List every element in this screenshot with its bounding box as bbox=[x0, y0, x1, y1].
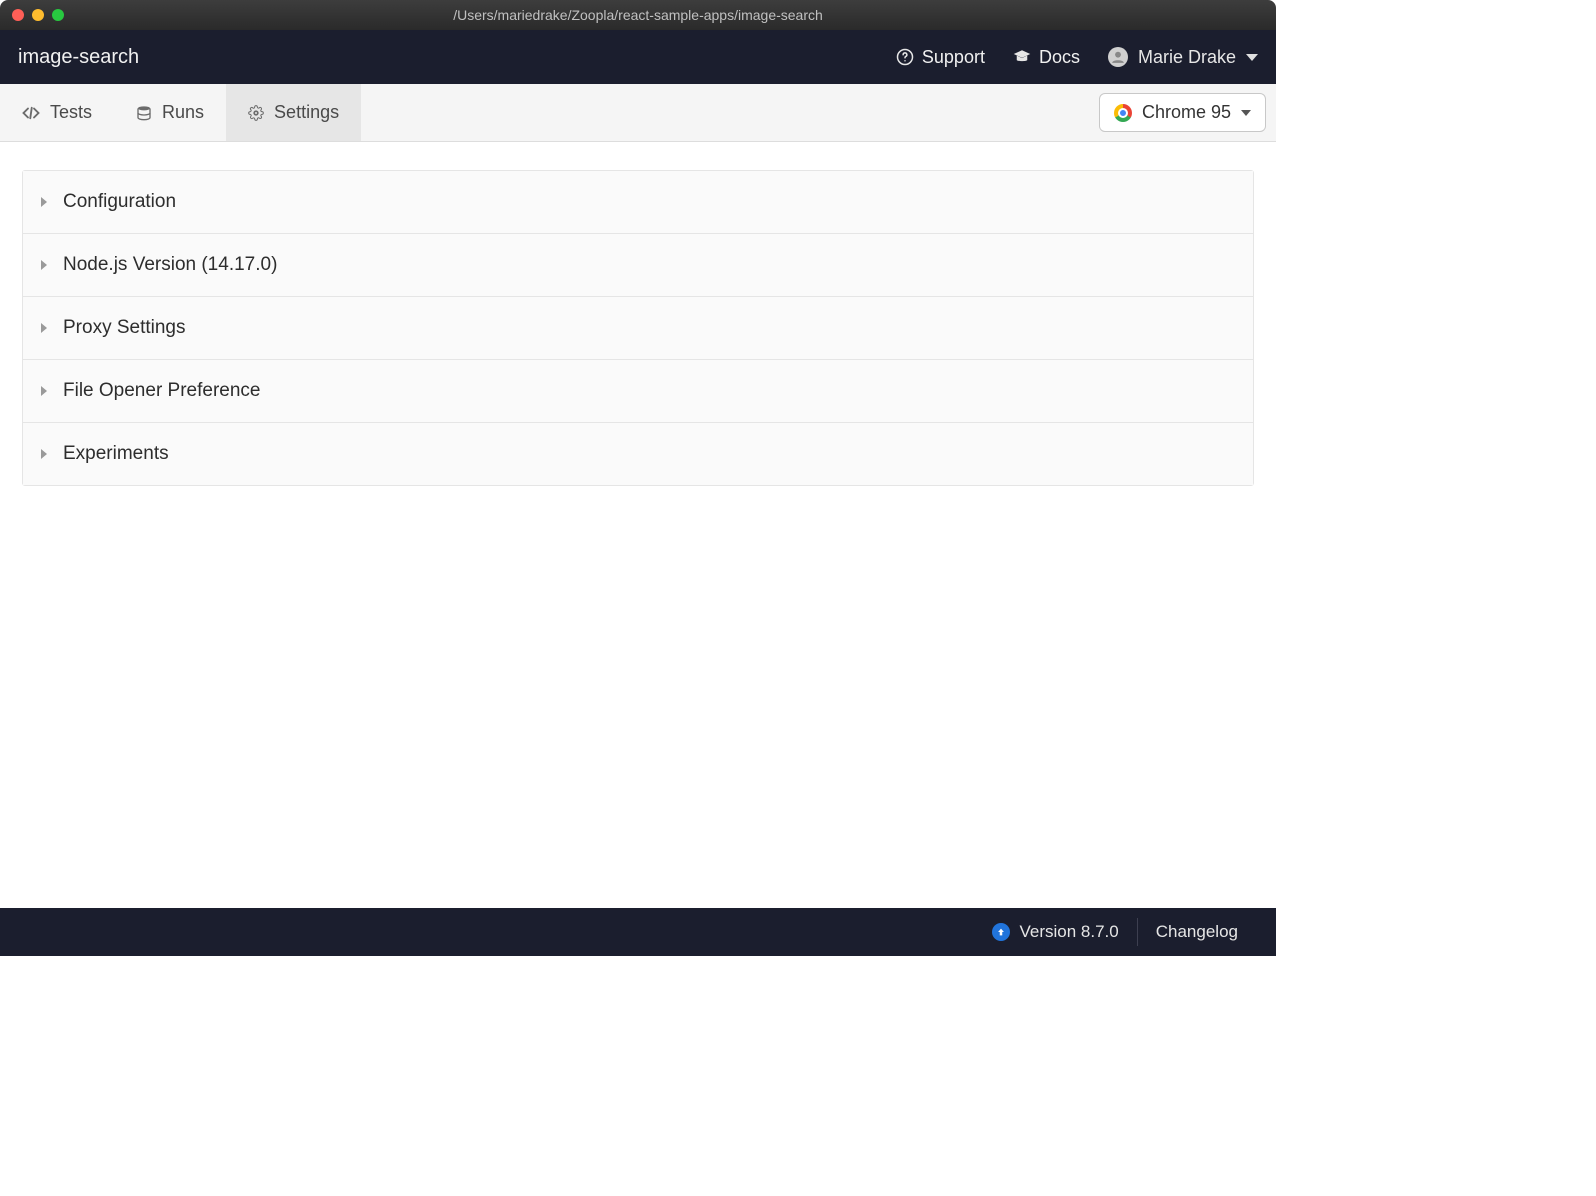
database-icon bbox=[136, 105, 152, 121]
section-label: Experiments bbox=[63, 443, 169, 465]
code-icon bbox=[22, 104, 40, 122]
section-experiments[interactable]: Experiments bbox=[23, 423, 1253, 485]
tab-settings[interactable]: Settings bbox=[226, 84, 361, 141]
tabs: Tests Runs Settings bbox=[0, 84, 361, 141]
update-available-icon bbox=[992, 923, 1010, 941]
tab-runs-label: Runs bbox=[162, 102, 204, 123]
window-titlebar: /Users/mariedrake/Zoopla/react-sample-ap… bbox=[0, 0, 1276, 30]
chrome-icon bbox=[1114, 104, 1132, 122]
section-label: Proxy Settings bbox=[63, 317, 186, 339]
graduation-cap-icon bbox=[1013, 48, 1031, 66]
section-label: Configuration bbox=[63, 191, 176, 213]
browser-selector[interactable]: Chrome 95 bbox=[1099, 93, 1266, 132]
changelog-link[interactable]: Changelog bbox=[1138, 908, 1256, 956]
section-proxy-settings[interactable]: Proxy Settings bbox=[23, 297, 1253, 360]
user-menu[interactable]: Marie Drake bbox=[1108, 47, 1258, 68]
window-maximize-button[interactable] bbox=[52, 9, 64, 21]
caret-right-icon bbox=[41, 449, 47, 459]
version-indicator[interactable]: Version 8.7.0 bbox=[974, 908, 1137, 956]
caret-down-icon bbox=[1241, 110, 1251, 116]
caret-right-icon bbox=[41, 386, 47, 396]
window-controls bbox=[0, 9, 64, 21]
question-circle-icon bbox=[896, 48, 914, 66]
section-file-opener[interactable]: File Opener Preference bbox=[23, 360, 1253, 423]
user-name: Marie Drake bbox=[1138, 47, 1236, 68]
version-label: Version 8.7.0 bbox=[1020, 922, 1119, 942]
tab-settings-label: Settings bbox=[274, 102, 339, 123]
app-header: image-search Support Docs bbox=[0, 30, 1276, 84]
support-link[interactable]: Support bbox=[896, 47, 985, 68]
caret-right-icon bbox=[41, 260, 47, 270]
tab-tests-label: Tests bbox=[50, 102, 92, 123]
support-label: Support bbox=[922, 47, 985, 68]
window-title: /Users/mariedrake/Zoopla/react-sample-ap… bbox=[453, 7, 823, 23]
section-label: File Opener Preference bbox=[63, 380, 261, 402]
settings-section-list: Configuration Node.js Version (14.17.0) … bbox=[22, 170, 1254, 486]
section-configuration[interactable]: Configuration bbox=[23, 171, 1253, 234]
user-avatar-icon bbox=[1108, 47, 1128, 67]
tab-tests[interactable]: Tests bbox=[0, 84, 114, 141]
docs-label: Docs bbox=[1039, 47, 1080, 68]
changelog-label: Changelog bbox=[1156, 922, 1238, 942]
window-minimize-button[interactable] bbox=[32, 9, 44, 21]
header-nav: Support Docs Marie Drake bbox=[896, 47, 1258, 68]
tab-bar: Tests Runs Settings Chrome 95 bbox=[0, 84, 1276, 142]
caret-right-icon bbox=[41, 323, 47, 333]
tab-runs[interactable]: Runs bbox=[114, 84, 226, 141]
caret-down-icon bbox=[1246, 54, 1258, 61]
section-label: Node.js Version (14.17.0) bbox=[63, 254, 277, 276]
gear-icon bbox=[248, 105, 264, 121]
app-footer: Version 8.7.0 Changelog bbox=[0, 908, 1276, 956]
docs-link[interactable]: Docs bbox=[1013, 47, 1080, 68]
project-name: image-search bbox=[18, 46, 139, 69]
section-node-version[interactable]: Node.js Version (14.17.0) bbox=[23, 234, 1253, 297]
browser-selected-label: Chrome 95 bbox=[1142, 102, 1231, 123]
caret-right-icon bbox=[41, 197, 47, 207]
settings-content: Configuration Node.js Version (14.17.0) … bbox=[0, 142, 1276, 908]
window-close-button[interactable] bbox=[12, 9, 24, 21]
